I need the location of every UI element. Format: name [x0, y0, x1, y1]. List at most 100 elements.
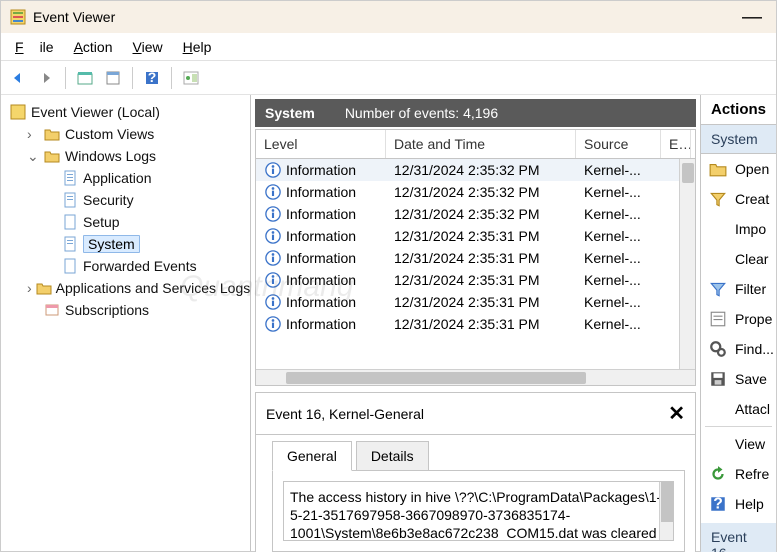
tree-custom-views[interactable]: › Custom Views [25, 123, 248, 145]
table-row[interactable]: Information12/31/2024 2:35:32 PMKernel-.… [256, 181, 695, 203]
column-source[interactable]: Source [576, 130, 661, 158]
forward-button[interactable] [35, 67, 57, 89]
menu-file[interactable]: File [7, 36, 62, 58]
tree-windows-logs[interactable]: ⌄ Windows Logs [25, 145, 248, 167]
action-label: Find... [735, 341, 774, 357]
actions-divider [705, 426, 772, 427]
vertical-scrollbar[interactable] [679, 159, 695, 369]
table-row[interactable]: Information12/31/2024 2:35:32 PMKernel-.… [256, 159, 695, 181]
app-icon [9, 8, 27, 26]
information-icon [264, 293, 282, 311]
column-level[interactable]: Level [256, 130, 386, 158]
action-item[interactable]: Find... [701, 334, 776, 364]
minimize-button[interactable]: — [736, 6, 768, 29]
action-item[interactable]: Clear [701, 244, 776, 274]
event-count: Number of events: 4,196 [345, 105, 498, 121]
collapse-icon[interactable]: ⌄ [27, 148, 39, 165]
expand-icon[interactable]: › [27, 126, 39, 142]
blank-icon [709, 400, 727, 418]
grid-header[interactable]: Level Date and Time Source Ev [256, 130, 695, 159]
information-icon [264, 161, 282, 179]
actions-group-event: Event 16 [701, 523, 776, 552]
preview-pane-button[interactable] [180, 67, 202, 89]
scrollbar-thumb[interactable] [661, 482, 673, 522]
tree-application[interactable]: Application [43, 167, 248, 189]
title-bar: Event Viewer — [1, 1, 776, 33]
actions-group-system: System [701, 125, 776, 154]
action-label: Prope [735, 311, 772, 327]
column-eventid[interactable]: Ev [661, 130, 691, 158]
table-row[interactable]: Information12/31/2024 2:35:31 PMKernel-.… [256, 269, 695, 291]
filter-icon [709, 190, 727, 208]
show-hide-tree-button[interactable] [74, 67, 96, 89]
open-folder-icon [709, 160, 727, 178]
table-row[interactable]: Information12/31/2024 2:35:31 PMKernel-.… [256, 225, 695, 247]
column-date[interactable]: Date and Time [386, 130, 576, 158]
event-detail-pane: Event 16, Kernel-General ✕ General Detai… [255, 392, 696, 552]
menu-view[interactable]: View [125, 36, 171, 58]
navigation-tree[interactable]: Event Viewer (Local) › Custom Views ⌄ Wi… [1, 95, 251, 551]
filter-blue-icon [709, 280, 727, 298]
properties-button[interactable] [102, 67, 124, 89]
information-icon [264, 249, 282, 267]
tree-security[interactable]: Security [43, 189, 248, 211]
action-label: Help [735, 496, 764, 512]
action-item[interactable]: View [701, 429, 776, 459]
action-label: Filter [735, 281, 766, 297]
action-item[interactable]: Filter [701, 274, 776, 304]
table-row[interactable]: Information12/31/2024 2:35:31 PMKernel-.… [256, 247, 695, 269]
window-title: Event Viewer [33, 9, 115, 25]
action-item[interactable]: Attacl [701, 394, 776, 424]
table-row[interactable]: Information12/31/2024 2:35:31 PMKernel-.… [256, 291, 695, 313]
save-icon [709, 370, 727, 388]
tree-forwarded-events[interactable]: Forwarded Events [43, 255, 248, 277]
action-item[interactable]: Save [701, 364, 776, 394]
horizontal-scrollbar[interactable] [256, 369, 695, 385]
tree-setup[interactable]: Setup [43, 211, 248, 233]
tab-details[interactable]: Details [356, 441, 429, 471]
tree-subscriptions[interactable]: Subscriptions [25, 299, 248, 321]
action-label: Refre [735, 466, 769, 482]
actions-title: Actions [701, 95, 776, 125]
scrollbar-thumb[interactable] [286, 372, 586, 384]
action-item[interactable]: Refre [701, 459, 776, 489]
table-row[interactable]: Information12/31/2024 2:35:31 PMKernel-.… [256, 313, 695, 335]
action-label: Save [735, 371, 767, 387]
action-item[interactable]: ? Help [701, 489, 776, 519]
menu-bar: File Action View Help [1, 33, 776, 61]
action-item[interactable]: Prope [701, 304, 776, 334]
scrollbar-thumb[interactable] [682, 163, 694, 183]
table-row[interactable]: Information12/31/2024 2:35:32 PMKernel-.… [256, 203, 695, 225]
tab-general[interactable]: General [272, 441, 352, 471]
menu-action[interactable]: Action [66, 36, 121, 58]
actions-pane: Actions System Open CreatImpoClear Filter P… [701, 95, 776, 551]
tree-system[interactable]: System [43, 233, 248, 255]
menu-help[interactable]: Help [175, 36, 220, 58]
information-icon [264, 315, 282, 333]
information-icon [264, 227, 282, 245]
expand-icon[interactable]: › [27, 280, 32, 296]
event-description[interactable]: The access history in hive \??\C:\Progra… [283, 481, 674, 541]
svg-text:?: ? [713, 496, 723, 513]
tree-root[interactable]: Event Viewer (Local) [7, 101, 248, 123]
log-icon [61, 213, 79, 231]
help-button[interactable]: ? [141, 67, 163, 89]
find-icon [709, 340, 727, 358]
action-label: Open [735, 161, 769, 177]
log-icon [61, 235, 79, 253]
action-item[interactable]: Open [701, 154, 776, 184]
information-icon [264, 271, 282, 289]
folder-icon [36, 279, 52, 297]
blank-icon [709, 220, 727, 238]
folder-icon [43, 147, 61, 165]
action-label: View [735, 436, 765, 452]
back-button[interactable] [7, 67, 29, 89]
refresh-icon [709, 465, 727, 483]
action-item[interactable]: Creat [701, 184, 776, 214]
vertical-scrollbar[interactable] [659, 482, 673, 540]
tree-apps-services-logs[interactable]: › Applications and Services Logs [25, 277, 248, 299]
toolbar-divider [132, 67, 133, 89]
close-detail-button[interactable]: ✕ [668, 401, 685, 426]
event-grid[interactable]: Level Date and Time Source Ev Informatio… [255, 129, 696, 386]
action-item[interactable]: Impo [701, 214, 776, 244]
